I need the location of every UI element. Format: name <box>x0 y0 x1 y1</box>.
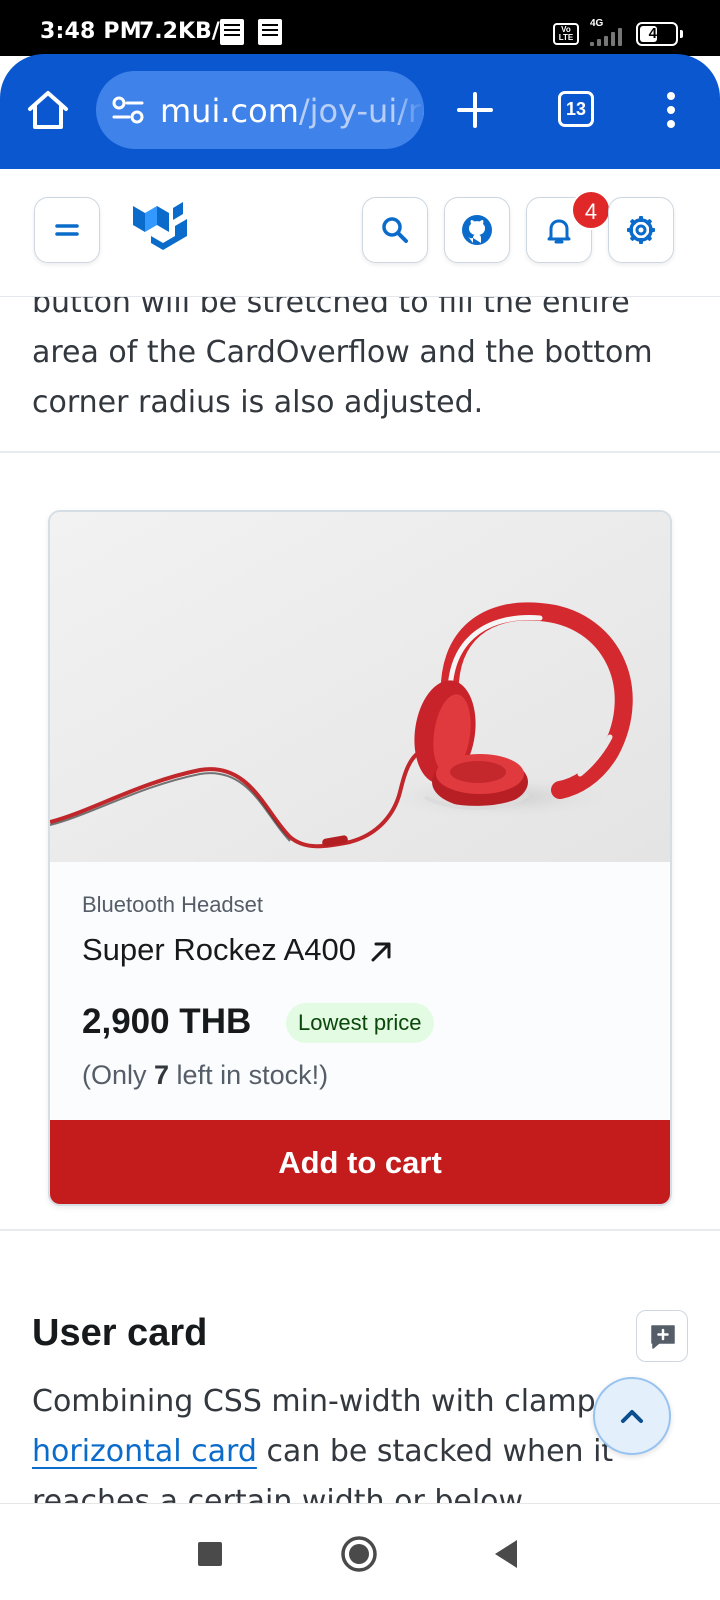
section-divider <box>0 451 720 453</box>
search-icon <box>382 217 408 243</box>
recents-icon[interactable] <box>190 1534 230 1574</box>
back-icon[interactable] <box>487 1534 527 1574</box>
github-icon <box>462 215 492 245</box>
url-host: mui.com <box>160 92 299 130</box>
mui-logo[interactable] <box>131 198 195 258</box>
intro-paragraph: button will be stretched to fill the ent… <box>32 285 653 420</box>
message-notification-icon <box>258 19 282 45</box>
stock-suffix: left in stock!) <box>169 1060 329 1090</box>
menu-button[interactable] <box>34 197 100 263</box>
lowest-price-chip: Lowest price <box>286 1003 434 1043</box>
github-button[interactable] <box>444 197 510 263</box>
tab-switcher-button[interactable]: 13 <box>558 91 594 127</box>
site-header: 4 <box>0 169 720 297</box>
product-category: Bluetooth Headset <box>82 892 264 917</box>
stock-info: (Only 7 left in stock!) <box>82 1060 328 1091</box>
headphones-image <box>50 512 670 862</box>
battery-level: 46 <box>648 25 666 42</box>
hamburger-icon <box>55 224 79 236</box>
notification-badge: 4 <box>571 190 611 230</box>
settings-button[interactable] <box>608 197 674 263</box>
signal-icon <box>590 28 626 46</box>
address-bar[interactable]: mui.com/joy-ui/re <box>96 71 424 149</box>
chevron-up-icon <box>621 1410 643 1423</box>
status-bar: 3:48 PM 7.2KB/s Vo LTE 4G 46 <box>0 0 720 56</box>
browser-toolbar: mui.com/joy-ui/re 13 <box>0 54 720 169</box>
gear-icon <box>627 216 655 244</box>
product-title: Super Rockez A400 <box>82 932 357 967</box>
feedback-button[interactable] <box>636 1310 688 1362</box>
section-divider <box>0 1229 720 1231</box>
more-menu-icon[interactable] <box>661 90 681 130</box>
product-card: Bluetooth Headset Super Rockez A400 2,90… <box>48 510 672 1206</box>
battery-icon: 46 <box>636 22 678 46</box>
volte-icon: Vo LTE <box>553 23 579 45</box>
product-title-link[interactable]: Super Rockez A400 <box>82 932 394 968</box>
text-before-link: Combining CSS min-width with clamp, a <box>32 1384 634 1419</box>
home-icon[interactable] <box>26 88 70 132</box>
home-nav-icon[interactable] <box>339 1534 379 1574</box>
system-navigation-bar <box>0 1503 720 1600</box>
bell-icon <box>547 219 571 244</box>
stock-prefix: (Only <box>82 1060 155 1090</box>
external-link-arrow-icon <box>371 942 391 962</box>
section-heading: User card <box>32 1312 208 1354</box>
horizontal-card-link[interactable]: horizontal card <box>32 1434 257 1469</box>
network-speed: 7.2KB/s <box>139 19 233 44</box>
scroll-to-top-button[interactable] <box>593 1377 671 1455</box>
status-time: 3:48 PM <box>40 19 142 44</box>
comment-add-icon <box>651 1325 675 1349</box>
url-text[interactable]: mui.com/joy-ui/re <box>160 92 424 130</box>
site-settings-icon[interactable] <box>112 95 144 125</box>
stock-count: 7 <box>154 1060 170 1090</box>
search-button[interactable] <box>362 197 428 263</box>
add-to-cart-button[interactable]: Add to cart <box>50 1120 670 1204</box>
product-price: 2,900 THB <box>82 1002 252 1041</box>
new-tab-icon[interactable] <box>455 90 495 130</box>
message-notification-icon <box>220 19 244 45</box>
